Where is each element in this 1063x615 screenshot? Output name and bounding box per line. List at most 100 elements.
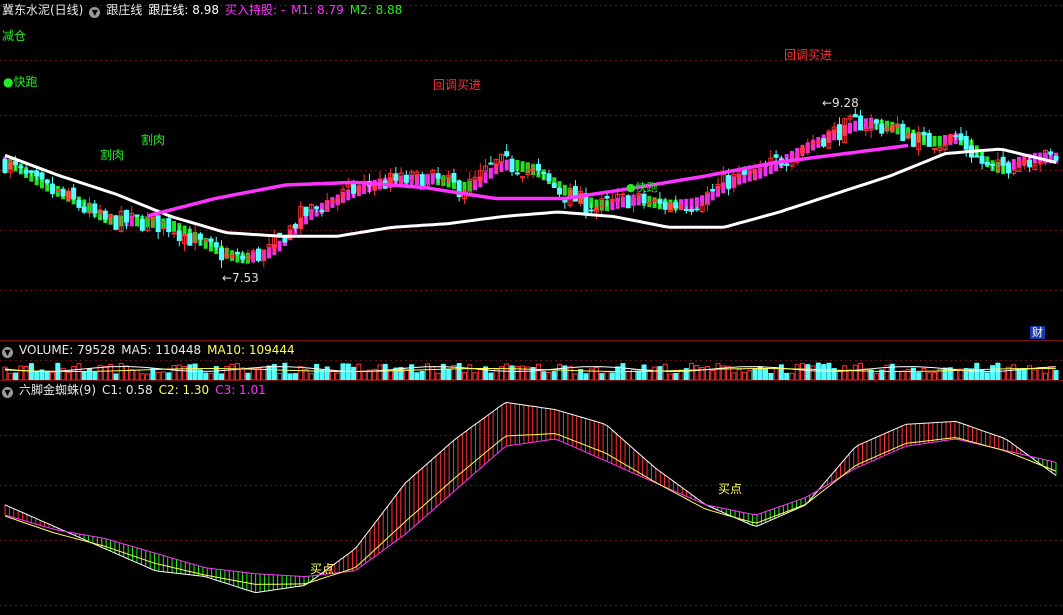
- volume-bar: [535, 363, 541, 380]
- candle-down: [139, 219, 145, 231]
- volume-bar: [984, 372, 990, 380]
- finance-badge[interactable]: 财: [1030, 326, 1045, 339]
- volume-bar: [71, 366, 77, 380]
- signal-pullback-2: 回调买进: [784, 48, 833, 62]
- volume-bar: [520, 365, 526, 380]
- volume-bar: [641, 364, 647, 380]
- volume-bar: [932, 371, 938, 380]
- candle-down: [314, 206, 320, 209]
- candle-up: [171, 232, 177, 235]
- signal-fast-exit: ●快跑: [3, 75, 38, 89]
- candle-down: [234, 251, 240, 255]
- ribbon-bar: [1011, 159, 1016, 170]
- volume-bar: [87, 368, 93, 380]
- candle-down: [504, 151, 510, 157]
- volume-bar: [118, 362, 124, 380]
- m1-line: [147, 143, 909, 218]
- candle-down: [351, 183, 357, 194]
- volume-bar: [335, 372, 341, 380]
- candle-down: [921, 131, 927, 136]
- candle-down: [604, 195, 610, 199]
- ma10-value: MA10: 109444: [207, 343, 295, 357]
- volume-bar: [541, 371, 547, 380]
- candle-down: [657, 199, 663, 204]
- collapse-icon[interactable]: ▼: [2, 387, 13, 398]
- spider-pane[interactable]: ▼ 六脚金蜘蛛(9) C1: 0.58 C2: 1.30 C3: 1.01 买点 买点: [0, 380, 1063, 615]
- candle-down: [18, 166, 24, 169]
- candle-down: [821, 138, 827, 147]
- volume-bar: [477, 368, 483, 380]
- volume-bar: [150, 368, 156, 380]
- candle-down: [879, 123, 885, 134]
- volume-bar: [192, 363, 198, 380]
- volume-bar: [361, 370, 367, 380]
- ribbon-bar: [694, 197, 699, 209]
- volume-bar: [123, 365, 129, 380]
- candle-down: [514, 172, 520, 175]
- follow-line-value: 跟庄线: 8.98: [148, 3, 219, 17]
- volume-bar: [609, 372, 615, 380]
- volume-bar: [731, 372, 737, 380]
- spider-chart[interactable]: [0, 380, 1063, 615]
- volume-bar: [636, 370, 642, 380]
- volume-bar: [1042, 372, 1048, 380]
- candle-down: [213, 242, 219, 248]
- ribbon-bar: [172, 221, 177, 232]
- volume-bar: [736, 369, 742, 380]
- candle-down: [683, 209, 689, 212]
- price-pane[interactable]: 冀东水泥(日线) ▼ 跟庄线 跟庄线: 8.98 买入持股: - M1: 8.79 M2: …: [0, 0, 1063, 340]
- volume-bar: [752, 368, 758, 380]
- spider-header: ▼ 六脚金蜘蛛(9) C1: 0.58 C2: 1.30 C3: 1.01: [2, 382, 272, 398]
- volume-bar: [203, 372, 209, 380]
- candle-down: [303, 206, 309, 217]
- volume-bar: [266, 365, 272, 380]
- candle-down: [836, 124, 842, 141]
- volume-bar: [847, 369, 853, 380]
- candle-down: [546, 173, 552, 181]
- volume-bar: [134, 369, 140, 380]
- m1-value: M1: 8.79: [291, 3, 344, 17]
- candle-down: [662, 201, 668, 210]
- candle-down: [910, 133, 916, 147]
- candle-up: [229, 255, 235, 258]
- volume-bar: [409, 364, 415, 380]
- volume-bar: [1032, 369, 1038, 380]
- volume-bar: [625, 370, 631, 380]
- volume-pane[interactable]: ▼ VOLUME: 79528 MA5: 110448 MA10: 109444: [0, 340, 1063, 380]
- volume-bar: [747, 370, 753, 380]
- c3-value: C3: 1.01: [215, 383, 266, 397]
- volume-bar: [472, 372, 478, 380]
- volume-bar: [414, 372, 420, 380]
- volume-bar: [34, 370, 40, 380]
- volume-bar: [60, 367, 66, 380]
- volume-bar: [551, 371, 557, 380]
- volume-bar: [435, 372, 441, 380]
- volume-bar: [836, 370, 842, 380]
- candle-down: [44, 179, 50, 184]
- candle-down: [1027, 159, 1033, 168]
- candle-up: [652, 199, 658, 202]
- candle-down: [1053, 155, 1059, 161]
- collapse-icon[interactable]: ▼: [2, 347, 13, 358]
- volume-bar: [773, 367, 779, 380]
- candle-down: [488, 162, 494, 165]
- volume-bar: [652, 366, 658, 380]
- collapse-icon[interactable]: ▼: [89, 7, 101, 18]
- volume-bar: [129, 369, 135, 380]
- candle-down: [208, 238, 214, 243]
- signal-cut-loss-1: 割肉: [141, 133, 166, 147]
- candle-down: [673, 202, 679, 209]
- volume-bar: [689, 362, 695, 380]
- candle-down: [102, 210, 108, 220]
- candle-down: [176, 230, 182, 241]
- price-chart[interactable]: [0, 0, 1063, 340]
- spider-c1-line: [4, 401, 1057, 594]
- candle-down: [958, 133, 964, 141]
- candle-down: [435, 173, 441, 179]
- volume-bar: [858, 362, 864, 380]
- candle-down: [2, 158, 8, 173]
- volume-bar: [615, 366, 621, 380]
- volume-bar: [704, 365, 710, 380]
- candle-up: [520, 176, 526, 179]
- ribbon-bar: [562, 184, 567, 196]
